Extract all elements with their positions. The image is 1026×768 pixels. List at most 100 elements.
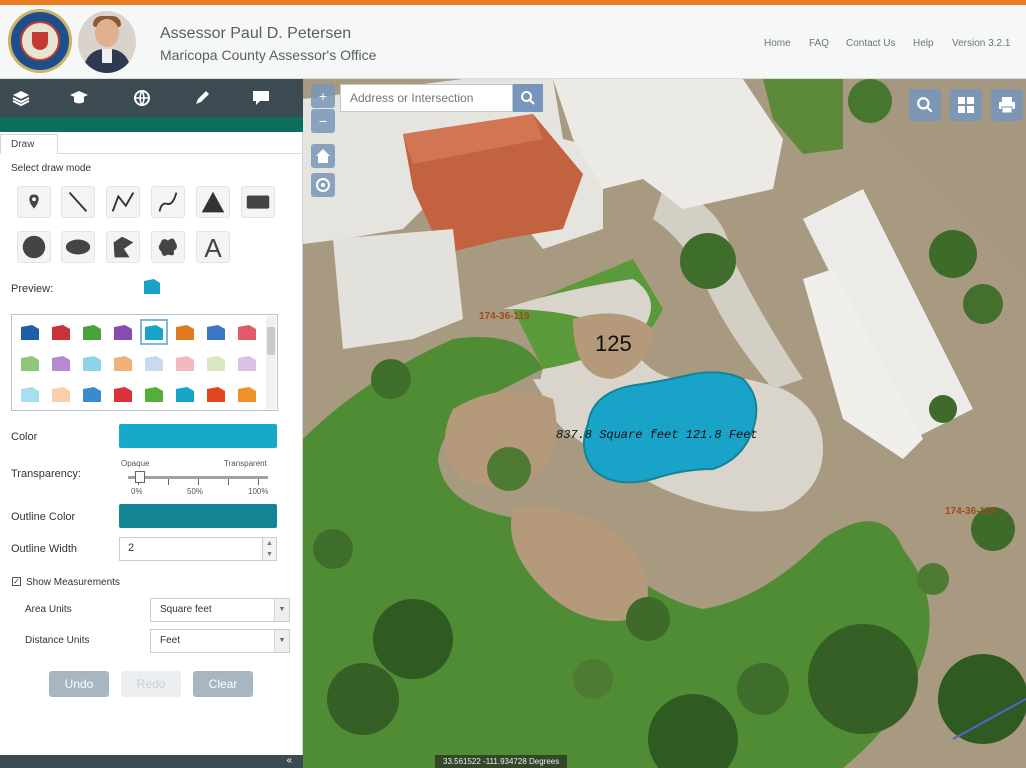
- nav-faq[interactable]: FAQ: [809, 38, 829, 49]
- palette-swatch[interactable]: [206, 323, 226, 341]
- draw-point-button[interactable]: [17, 186, 51, 218]
- maricopa-county-seal-logo: [8, 9, 72, 73]
- palette-swatch[interactable]: [82, 323, 102, 341]
- header-subtitle: Maricopa County Assessor's Office: [160, 47, 377, 63]
- palette-swatch[interactable]: [20, 323, 40, 341]
- palette-swatch[interactable]: [51, 385, 71, 403]
- area-units-value: Square feet: [160, 604, 212, 615]
- nav-version[interactable]: Version 3.2.1: [952, 38, 1010, 49]
- coordinate-readout: 33.561522 -111.934728 Degrees: [435, 755, 568, 768]
- draw-polygon-button[interactable]: [106, 231, 140, 263]
- outline-color-label: Outline Color: [11, 511, 76, 523]
- palette-swatch[interactable]: [237, 323, 257, 341]
- clear-button[interactable]: Clear: [193, 671, 253, 697]
- globe-icon[interactable]: [131, 87, 153, 109]
- palette-scroll-thumb[interactable]: [267, 327, 275, 355]
- polygon-icon: [113, 236, 134, 258]
- map-search-button[interactable]: [909, 89, 941, 121]
- palette-swatch[interactable]: [82, 354, 102, 372]
- draw-line-button[interactable]: [61, 186, 95, 218]
- area-units-select[interactable]: Square feet ▼: [150, 598, 290, 622]
- palette-swatch[interactable]: [144, 354, 164, 372]
- home-icon: [316, 149, 330, 163]
- triangle-icon: [201, 191, 225, 213]
- app-header: Assessor Paul D. Petersen Maricopa Count…: [0, 5, 1026, 79]
- tab-draw[interactable]: Draw: [0, 134, 58, 154]
- tick-label-50: 50%: [187, 487, 204, 496]
- draw-freehand-line-button[interactable]: [151, 186, 185, 218]
- palette-swatch[interactable]: [175, 385, 195, 403]
- palette-swatch[interactable]: [113, 385, 133, 403]
- map-pin-icon: [29, 194, 39, 209]
- draw-rectangle-button[interactable]: [241, 186, 275, 218]
- palette-swatch[interactable]: [206, 385, 226, 403]
- draw-triangle-button[interactable]: [196, 186, 230, 218]
- aerial-imagery: [303, 79, 1026, 768]
- comment-icon[interactable]: [250, 87, 272, 109]
- zoom-in-button[interactable]: +: [311, 84, 335, 108]
- palette-swatch[interactable]: [140, 319, 168, 345]
- redo-button[interactable]: Redo: [121, 671, 181, 697]
- grid-icon: [958, 97, 974, 113]
- parcel-label: 174-36-119: [945, 506, 996, 517]
- tick-label-0: 0%: [131, 487, 143, 496]
- print-button[interactable]: [991, 89, 1023, 121]
- outline-width-stepper[interactable]: ▲ ▼: [262, 538, 276, 560]
- search-button[interactable]: [513, 84, 543, 112]
- nav-help[interactable]: Help: [913, 38, 934, 49]
- color-picker[interactable]: [119, 424, 277, 448]
- draw-ellipse-button[interactable]: [61, 231, 95, 263]
- undo-button[interactable]: Undo: [49, 671, 109, 697]
- outline-width-value: 2: [128, 542, 135, 554]
- line-icon: [68, 191, 88, 213]
- draw-text-button[interactable]: A: [196, 231, 230, 263]
- select-draw-mode-label: Select draw mode: [11, 163, 92, 174]
- palette-swatch[interactable]: [51, 354, 71, 372]
- map-view[interactable]: + − 174-36-119 174-36-119 125 837.8 Squa…: [303, 79, 1026, 768]
- palette-swatch[interactable]: [20, 385, 40, 403]
- nav-home[interactable]: Home: [764, 38, 791, 49]
- draw-freehand-polygon-button[interactable]: [151, 231, 185, 263]
- circle-icon: [22, 235, 46, 259]
- draw-circle-button[interactable]: [17, 231, 51, 263]
- show-measurements-label: Show Measurements: [26, 577, 120, 588]
- palette-swatch[interactable]: [206, 354, 226, 372]
- color-palette: [11, 314, 278, 411]
- freehand-line-icon: [158, 192, 178, 212]
- outline-width-input[interactable]: 2 ▲ ▼: [119, 537, 277, 561]
- locate-icon: [316, 178, 330, 192]
- search-icon: [521, 91, 535, 105]
- color-label: Color: [11, 431, 38, 443]
- measurement-label: 837.8 Square feet 121.8 Feet: [556, 428, 758, 442]
- palette-swatch[interactable]: [144, 385, 164, 403]
- draw-polyline-button[interactable]: [106, 186, 140, 218]
- panel-toolbar: [0, 79, 303, 117]
- palette-swatch[interactable]: [51, 323, 71, 341]
- printer-icon: [999, 97, 1015, 114]
- basemap-gallery-button[interactable]: [950, 89, 982, 121]
- address-search-input[interactable]: [340, 84, 513, 112]
- palette-swatch[interactable]: [175, 354, 195, 372]
- palette-swatch[interactable]: [175, 323, 195, 341]
- show-measurements-checkbox[interactable]: ✓: [12, 577, 21, 586]
- zoom-out-button[interactable]: −: [311, 109, 335, 133]
- pencil-icon[interactable]: [191, 87, 213, 109]
- palette-swatch[interactable]: [113, 354, 133, 372]
- transparency-slider-thumb[interactable]: [135, 471, 145, 483]
- palette-swatch[interactable]: [82, 385, 102, 403]
- panel-footer: [0, 755, 303, 768]
- layers-icon[interactable]: [10, 87, 32, 109]
- graduation-cap-icon[interactable]: [68, 87, 90, 109]
- palette-swatch[interactable]: [237, 385, 257, 403]
- distance-units-select[interactable]: Feet ▼: [150, 629, 290, 653]
- parcel-label: 174-36-119: [479, 311, 530, 322]
- outline-color-picker[interactable]: [119, 504, 277, 528]
- palette-swatch[interactable]: [20, 354, 40, 372]
- home-extent-button[interactable]: [311, 144, 335, 168]
- locate-button[interactable]: [311, 173, 335, 197]
- nav-contact-us[interactable]: Contact Us: [846, 38, 895, 49]
- collapse-panel-icon[interactable]: «: [286, 755, 292, 766]
- palette-swatch[interactable]: [237, 354, 257, 372]
- palette-swatch[interactable]: [113, 323, 133, 341]
- preview-swatch: [144, 279, 160, 294]
